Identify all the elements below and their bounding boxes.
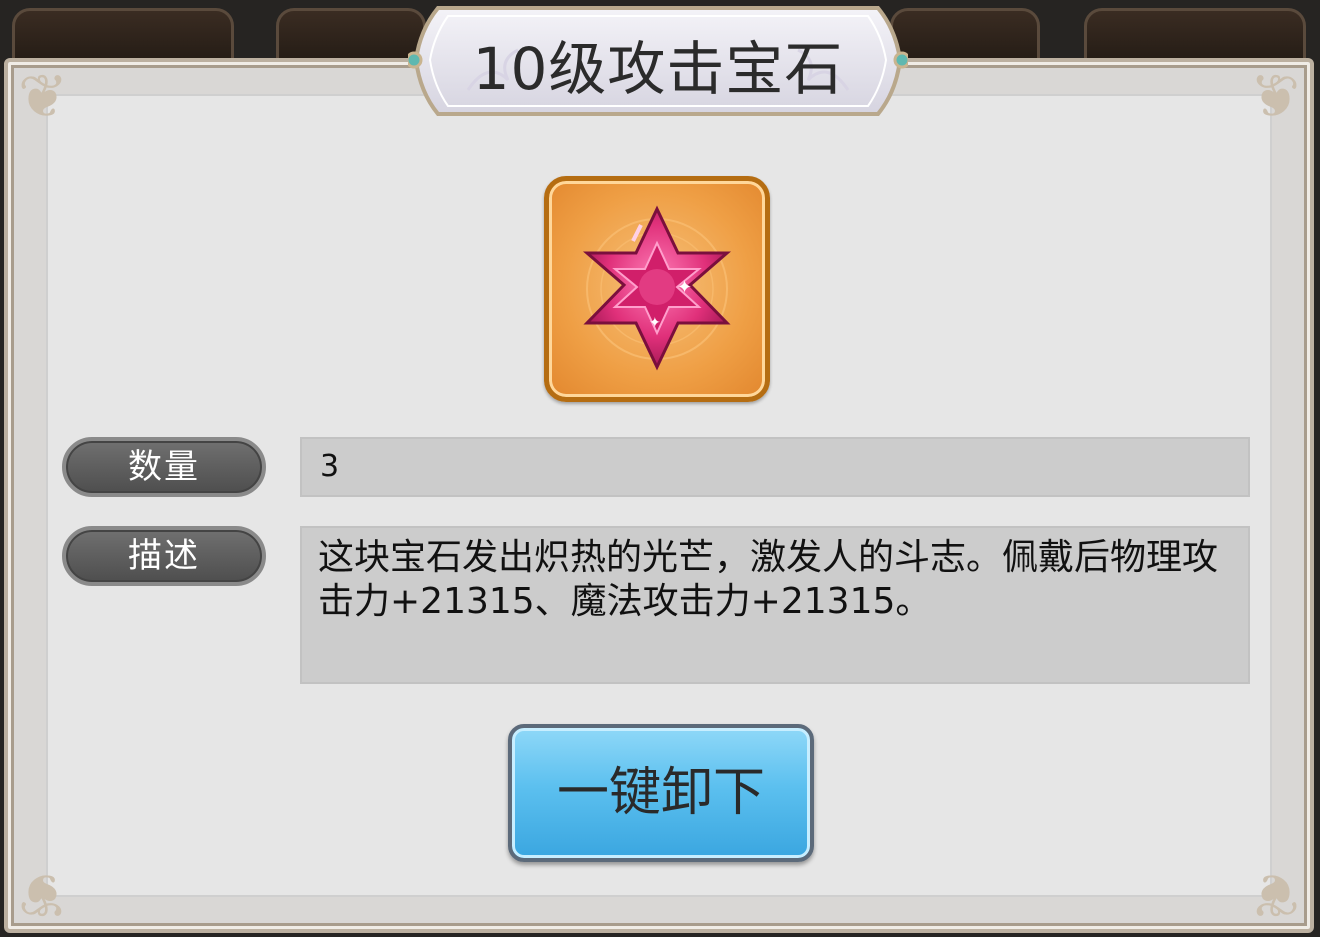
svg-text:✦: ✦	[649, 315, 661, 331]
corner-ornament-icon: ❦	[17, 859, 69, 929]
item-title: 10级攻击宝石	[472, 35, 844, 103]
corner-ornament-icon: ❦	[1249, 62, 1301, 132]
description-text: 这块宝石发出炽热的光芒，激发人的斗志。佩戴后物理攻击力+21315、魔法攻击力+…	[300, 526, 1250, 684]
title-banner: 10级攻击宝石	[405, 0, 911, 120]
item-icon-frame: ✦ ✦	[544, 176, 770, 402]
description-label: 描述	[62, 526, 266, 586]
quantity-value: 3	[300, 437, 1250, 497]
quantity-label: 数量	[62, 437, 266, 497]
game-screen: ❦ ❦ ❦ ❦ 10级攻击宝石 ✦ ✦ 数量 3 描述 这块宝石发出炽热的光芒，…	[0, 0, 1320, 937]
star-gem-icon: ✦ ✦	[582, 205, 732, 371]
svg-text:✦: ✦	[677, 277, 692, 298]
unequip-all-button[interactable]: 一键卸下	[508, 724, 814, 862]
corner-ornament-icon: ❦	[1249, 859, 1301, 929]
corner-ornament-icon: ❦	[17, 62, 69, 132]
